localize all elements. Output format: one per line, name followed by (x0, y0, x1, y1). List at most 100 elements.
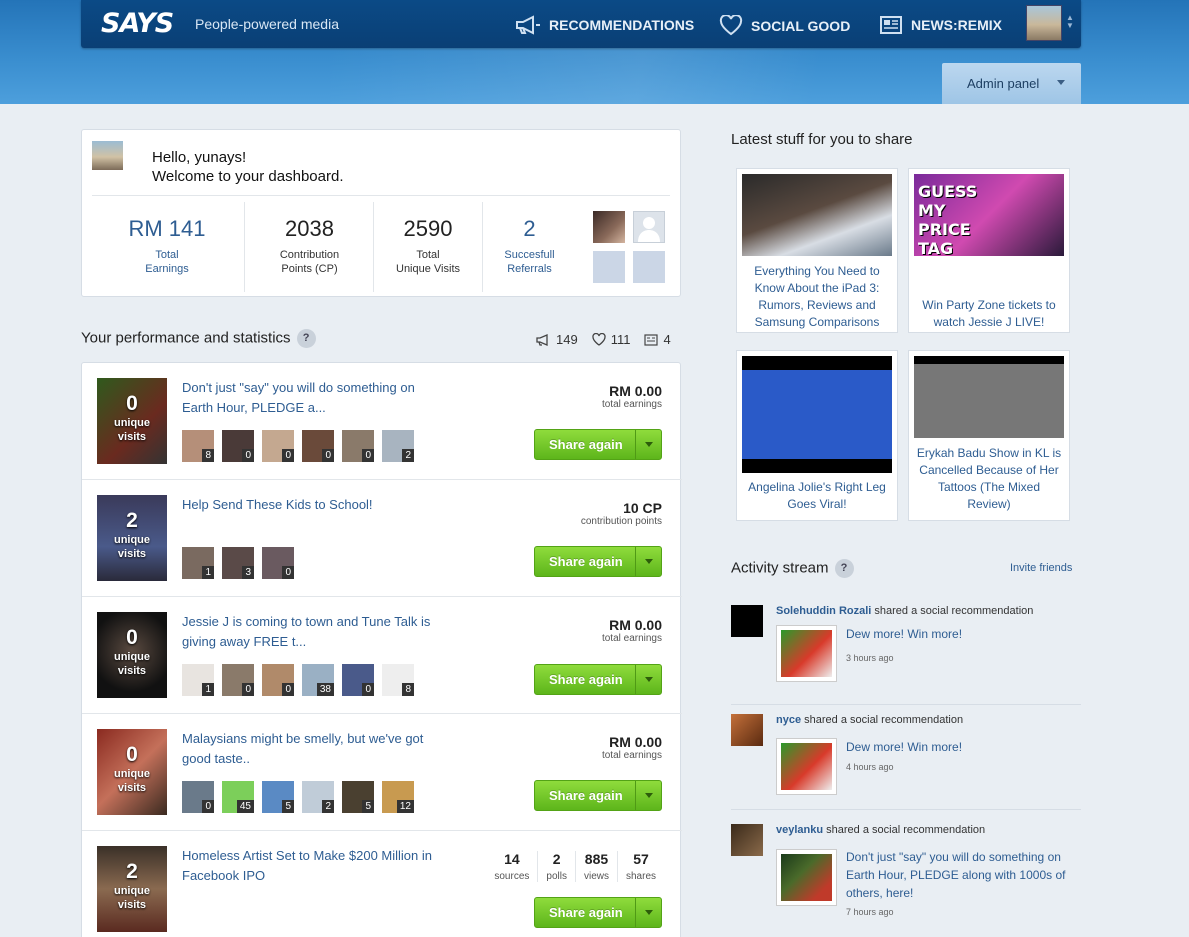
share-dropdown-toggle[interactable] (635, 547, 661, 576)
sharer-avatar[interactable]: 45 (222, 781, 254, 813)
share-again-button[interactable]: Share again (534, 780, 662, 811)
activity-heading: Activity stream? (731, 559, 854, 578)
activity-item-title[interactable]: Dew more! Win more! (846, 738, 1076, 756)
share-again-button[interactable]: Share again (534, 664, 662, 695)
sharer-avatar[interactable]: 0 (222, 664, 254, 696)
help-icon[interactable]: ? (834, 559, 854, 578)
stat-sources: 14 sources (494, 851, 530, 882)
share-again-button[interactable]: Share again (534, 546, 662, 577)
nav-recommendations[interactable]: RECOMMENDATIONS (515, 15, 694, 35)
activity-line: Solehuddin Rozali shared a social recomm… (776, 605, 1034, 617)
activity-user-link[interactable]: nyce (776, 714, 801, 726)
activity-line: veylanku shared a social recommendation (776, 824, 986, 836)
earn-value: RM 0.00 (609, 383, 662, 399)
activity-time: 4 hours ago (846, 762, 894, 772)
item-title-link[interactable]: Don't just "say" you will do something o… (182, 378, 437, 418)
sharer-avatars: 8 0 0 0 0 2 (182, 430, 414, 462)
sharer-avatar[interactable]: 0 (342, 430, 374, 462)
item-title-link[interactable]: Jessie J is coming to town and Tune Talk… (182, 612, 437, 652)
sharer-avatar[interactable]: 0 (302, 430, 334, 462)
divider (373, 202, 374, 292)
activity-item-image[interactable] (776, 625, 837, 682)
latest-item[interactable]: Erykah Badu Show in KL is Cancelled Beca… (908, 350, 1070, 521)
activity-item-title[interactable]: Don't just "say" you will do something o… (846, 848, 1076, 902)
activity-item-image[interactable] (776, 738, 837, 795)
visits-count: 2 (126, 860, 138, 883)
activity-user-avatar[interactable] (731, 714, 763, 746)
stat-total-earnings[interactable]: RM 141 Total Earnings (107, 202, 227, 292)
referral-avatar[interactable] (593, 211, 625, 243)
performance-item: 0 unique visits Jessie J is coming to tow… (82, 597, 682, 714)
sharer-avatar[interactable]: 2 (382, 430, 414, 462)
visits-label: unique visits (113, 651, 151, 677)
admin-panel-button[interactable]: Admin panel (942, 63, 1081, 104)
share-again-button[interactable]: Share again (534, 429, 662, 460)
invite-friends-link[interactable]: Invite friends (1010, 562, 1072, 574)
stat-unique-visits: 2590 Total Unique Visits (378, 202, 478, 292)
sharer-avatar[interactable]: 8 (382, 664, 414, 696)
says-logo[interactable]: SAYS (101, 8, 174, 39)
sharer-avatar[interactable]: 8 (182, 430, 214, 462)
share-dropdown-toggle[interactable] (635, 430, 661, 459)
activity-user-avatar[interactable] (731, 824, 763, 856)
earn-value: 10 CP (623, 500, 662, 516)
activity-user-link[interactable]: Solehuddin Rozali (776, 605, 871, 617)
activity-user-link[interactable]: veylanku (776, 824, 823, 836)
activity-user-avatar[interactable] (731, 605, 763, 637)
item-title-link[interactable]: Help Send These Kids to School! (182, 495, 437, 515)
welcome-avatar (92, 141, 123, 170)
share-again-button[interactable]: Share again (534, 897, 662, 928)
activity-item-title[interactable]: Dew more! Win more! (846, 625, 1076, 643)
performance-heading: Your performance and statistics? (81, 329, 316, 348)
item-thumbnail[interactable]: 0 unique visits (97, 378, 167, 464)
item-thumbnail[interactable]: 2 unique visits (97, 495, 167, 581)
sharer-avatar[interactable]: 2 (302, 781, 334, 813)
item-thumbnail[interactable]: 2 unique visits (97, 846, 167, 932)
stat-shares: 57 shares (616, 851, 664, 882)
heart-icon (592, 333, 606, 346)
latest-item-title[interactable]: Erykah Badu Show in KL is Cancelled Beca… (915, 445, 1063, 513)
latest-item[interactable]: Everything You Need to Know About the iP… (736, 168, 898, 333)
sharer-avatar[interactable]: 0 (222, 430, 254, 462)
latest-item-image[interactable] (742, 356, 892, 473)
visits-count: 0 (126, 626, 138, 649)
latest-item-image[interactable] (914, 356, 1064, 438)
account-menu-chevron-icon[interactable]: ▲ ▼ (1066, 14, 1074, 30)
sharer-avatar[interactable]: 5 (262, 781, 294, 813)
sharer-avatar[interactable]: 0 (262, 430, 294, 462)
latest-item-image[interactable] (742, 174, 892, 256)
activity-item-image[interactable] (776, 849, 837, 906)
sharer-avatar[interactable]: 0 (342, 664, 374, 696)
share-dropdown-toggle[interactable] (635, 898, 661, 927)
user-avatar[interactable] (1026, 5, 1062, 41)
item-thumbnail[interactable]: 0 unique visits (97, 612, 167, 698)
item-thumbnail[interactable]: 0 unique visits (97, 729, 167, 815)
sharer-avatar[interactable]: 0 (182, 781, 214, 813)
latest-item[interactable]: GUESS MY PRICE TAG Win Party Zone ticket… (908, 168, 1070, 333)
sharer-avatar[interactable]: 38 (302, 664, 334, 696)
sharer-avatar[interactable]: 1 (182, 547, 214, 579)
stat-referrals[interactable]: 2 Succesfull Referrals (487, 202, 572, 292)
referral-avatar-placeholder[interactable] (633, 211, 665, 243)
sharer-avatar[interactable]: 0 (262, 664, 294, 696)
sharer-avatar[interactable]: 3 (222, 547, 254, 579)
item-title-link[interactable]: Malaysians might be smelly, but we've go… (182, 729, 437, 769)
sharer-avatar[interactable]: 0 (262, 547, 294, 579)
sharer-avatar[interactable]: 1 (182, 664, 214, 696)
latest-item[interactable]: Angelina Jolie's Right Leg Goes Viral! (736, 350, 898, 521)
nav-news-remix-label: NEWS:REMIX (911, 17, 1002, 33)
help-icon[interactable]: ? (296, 329, 316, 348)
nav-news-remix[interactable]: NEWS:REMIX (879, 15, 1002, 35)
share-dropdown-toggle[interactable] (635, 781, 661, 810)
sharer-avatar[interactable]: 12 (382, 781, 414, 813)
share-dropdown-toggle[interactable] (635, 665, 661, 694)
nav-social-good[interactable]: SOCIAL GOOD (719, 15, 850, 36)
stat-label: Total Unique Visits (396, 249, 460, 275)
latest-item-title[interactable]: Angelina Jolie's Right Leg Goes Viral! (743, 479, 891, 513)
latest-item-image[interactable]: GUESS MY PRICE TAG (914, 174, 1064, 258)
sharer-avatar[interactable]: 5 (342, 781, 374, 813)
latest-item-title[interactable]: Win Party Zone tickets to watch Jessie J… (915, 297, 1063, 331)
activity-item: Solehuddin Rozali shared a social recomm… (731, 605, 1081, 705)
latest-item-title[interactable]: Everything You Need to Know About the iP… (743, 263, 891, 331)
item-title-link[interactable]: Homeless Artist Set to Make $200 Million… (182, 846, 437, 886)
